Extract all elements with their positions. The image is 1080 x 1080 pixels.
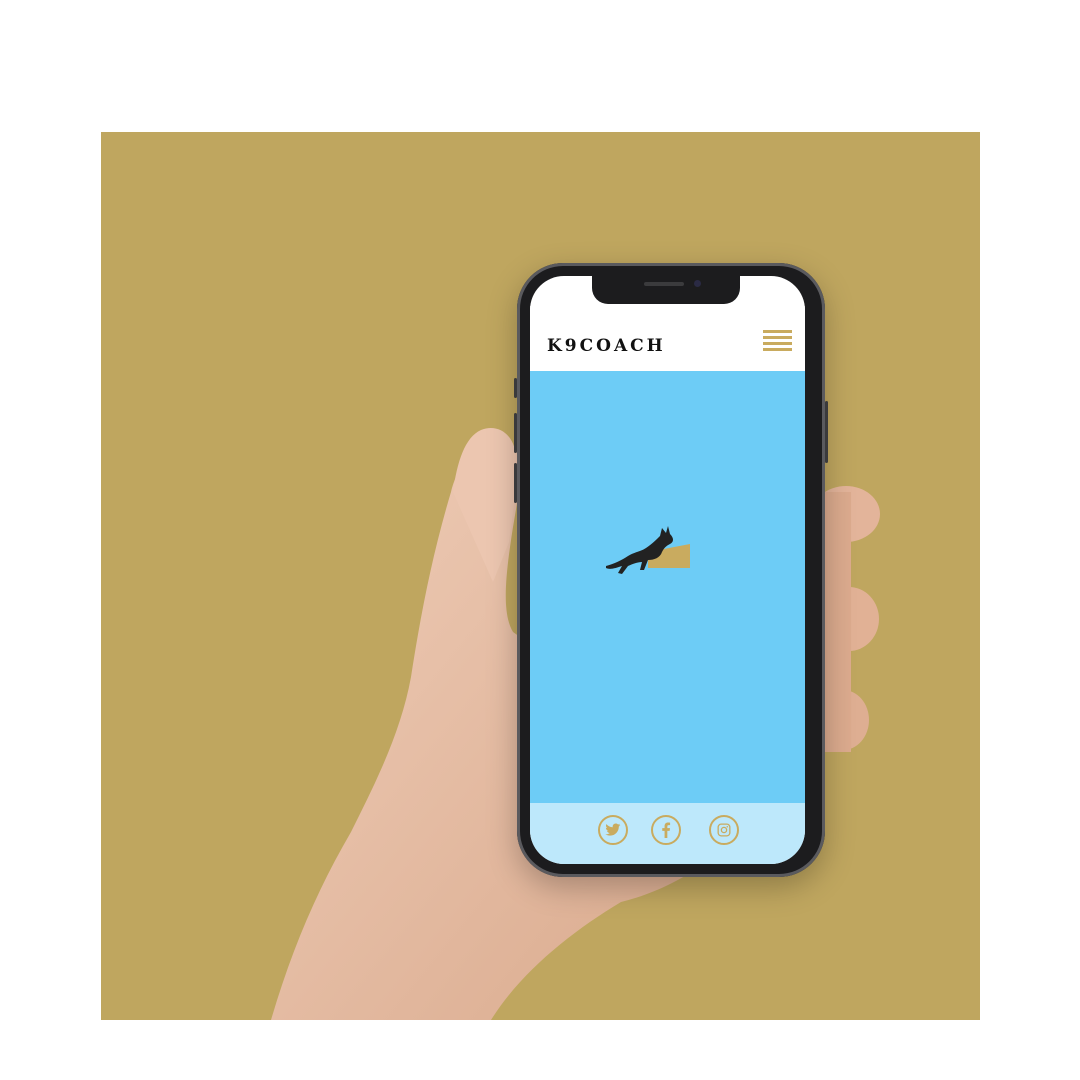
jumping-dog-icon (606, 526, 690, 574)
facebook-link[interactable] (651, 815, 681, 845)
mute-switch (514, 378, 517, 398)
phone-device: K9COACH (514, 263, 828, 877)
volume-down-button (514, 463, 517, 503)
brand-logo[interactable]: K9COACH (547, 336, 666, 356)
power-button (825, 401, 828, 463)
backdrop: K9COACH (101, 132, 980, 1020)
hamburger-menu-icon[interactable] (763, 330, 792, 354)
phone-screen: K9COACH (530, 276, 805, 864)
front-camera (694, 280, 701, 287)
social-footer (530, 803, 805, 864)
twitter-icon (605, 823, 621, 836)
twitter-link[interactable] (598, 815, 628, 845)
app-header: K9COACH (530, 306, 805, 370)
volume-up-button (514, 413, 517, 453)
notch (592, 276, 740, 304)
hero-section (530, 371, 805, 803)
instagram-link[interactable] (709, 815, 739, 845)
instagram-icon (717, 823, 731, 837)
facebook-icon (662, 822, 671, 838)
earpiece-speaker (644, 282, 684, 286)
